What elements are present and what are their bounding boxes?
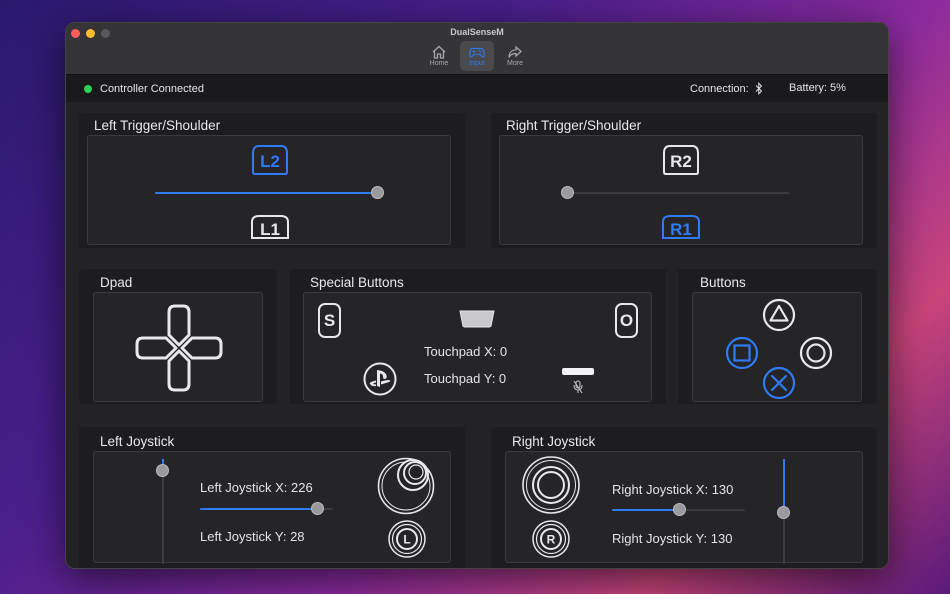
square-button[interactable]: [725, 336, 759, 370]
right-joystick-x-fill: [612, 509, 680, 511]
r1-label: R1: [670, 220, 692, 239]
l2-slider-thumb[interactable]: [370, 186, 384, 199]
triangle-icon: [769, 304, 789, 322]
tab-input[interactable]: Input: [460, 41, 494, 71]
l2-button[interactable]: L2: [251, 144, 289, 176]
dpad-up[interactable]: [167, 304, 191, 347]
l2-label: L2: [260, 152, 280, 171]
status-bar: Controller Connected Connection: Battery…: [66, 75, 888, 102]
left-joystick-y-slider[interactable]: [156, 459, 169, 564]
dpad-left[interactable]: [135, 336, 178, 360]
left-trigger-panel: Left Trigger/Shoulder L2 L1: [79, 113, 465, 248]
share-button[interactable]: S: [318, 303, 341, 338]
touchpad-icon[interactable]: [459, 310, 495, 328]
right-joystick-x-slider[interactable]: [612, 503, 745, 516]
touchpad-x-label: Touchpad X: 0: [424, 344, 508, 359]
right-joystick-box: R Right Joystick X: 130 Right Joystick Y…: [505, 451, 863, 564]
right-joystick-x-label: Right Joystick X: 130: [612, 482, 734, 497]
cross-button[interactable]: [762, 366, 796, 400]
bluetooth-icon: [755, 81, 762, 96]
tab-input-label: Input: [469, 60, 485, 67]
app-window: DualSenseM Home Input More Controller Co…: [65, 22, 889, 569]
right-joystick-panel: Right Joystick R Right Joystick X: 130 R…: [491, 427, 877, 568]
face-buttons-title: Buttons: [700, 275, 746, 290]
right-joystick-y-fill: [783, 459, 785, 513]
left-stick-position-icon: [377, 457, 435, 515]
circle-icon: [806, 343, 826, 363]
left-joystick-panel: Left Joystick Left Joystick X: 226 Left …: [79, 427, 465, 568]
left-joystick-y-label: Left Joystick Y: 28: [200, 529, 305, 544]
connection-label: Connection:: [690, 82, 749, 95]
left-joystick-box: Left Joystick X: 226 Left Joystick Y: 28: [93, 451, 451, 564]
dpad-panel: Dpad: [79, 269, 277, 404]
tab-home[interactable]: Home: [422, 41, 456, 71]
arrow-share-icon: [508, 45, 522, 58]
options-button[interactable]: O: [615, 303, 638, 338]
r1-button[interactable]: R1: [661, 214, 701, 240]
right-trigger-box: R2 R1: [499, 135, 863, 245]
l3-button[interactable]: L: [387, 519, 427, 559]
circle-button[interactable]: [799, 336, 833, 370]
special-buttons-panel: Special Buttons S O Touchpad X: 0 Touchp…: [290, 269, 666, 404]
dpad-icon[interactable]: [134, 303, 224, 393]
house-icon: [432, 45, 446, 59]
toolbar: Home Input More: [66, 41, 888, 71]
left-joystick-y-thumb[interactable]: [156, 464, 169, 478]
dpad-title: Dpad: [100, 275, 133, 290]
right-stick-position-icon: [522, 456, 580, 514]
r3-button[interactable]: R: [531, 519, 571, 559]
left-joystick-x-label: Left Joystick X: 226: [200, 480, 313, 495]
window-title: DualSenseM: [450, 27, 504, 37]
left-trigger-title: Left Trigger/Shoulder: [94, 118, 221, 133]
l2-slider[interactable]: [155, 186, 384, 199]
l2-slider-fill: [155, 192, 377, 194]
dpad-right[interactable]: [180, 336, 223, 360]
r2-button[interactable]: R2: [662, 144, 700, 176]
playstation-icon[interactable]: [363, 362, 397, 396]
right-joystick-y-label: Right Joystick Y: 130: [612, 531, 733, 546]
main-content: Left Trigger/Shoulder L2 L1 Right Trigge…: [66, 102, 888, 568]
r3-label: R: [547, 533, 556, 547]
right-joystick-x-thumb[interactable]: [673, 503, 687, 516]
triangle-button[interactable]: [762, 298, 796, 332]
r2-label: R2: [670, 152, 692, 171]
left-joystick-x-thumb[interactable]: [311, 502, 325, 515]
tab-home-label: Home: [429, 60, 449, 67]
right-trigger-title: Right Trigger/Shoulder: [506, 118, 642, 133]
right-joystick-y-thumb[interactable]: [777, 506, 790, 520]
tab-more-label: More: [507, 60, 523, 67]
square-icon: [733, 344, 751, 362]
l1-label: L1: [260, 220, 280, 239]
mic-icon: [573, 380, 583, 394]
left-trigger-box: L2 L1: [87, 135, 451, 245]
r2-slider[interactable]: [560, 186, 789, 199]
connection-info: Connection:: [690, 81, 763, 96]
right-trigger-panel: Right Trigger/Shoulder R2 R1: [491, 113, 877, 248]
right-joystick-title: Right Joystick: [512, 434, 596, 449]
l3-label: L: [403, 533, 410, 547]
special-buttons-title: Special Buttons: [310, 275, 404, 290]
l1-button[interactable]: L1: [250, 214, 290, 240]
connected-indicator: [84, 84, 92, 93]
dpad-down[interactable]: [167, 349, 191, 392]
face-buttons-box: [692, 292, 862, 402]
special-buttons-box: S O Touchpad X: 0 Touchpad Y: 0: [303, 292, 652, 402]
tab-more[interactable]: More: [498, 41, 532, 71]
left-joystick-x-slider[interactable]: [200, 502, 333, 515]
left-joystick-x-fill: [200, 508, 318, 510]
mic-mute-button[interactable]: [561, 367, 595, 395]
connection-status-text: Controller Connected: [100, 82, 204, 95]
gamecontroller-icon: [469, 47, 485, 58]
face-buttons-panel: Buttons: [678, 269, 877, 404]
r2-slider-thumb[interactable]: [560, 186, 574, 199]
cross-icon: [770, 374, 788, 392]
right-joystick-y-slider[interactable]: [777, 459, 790, 564]
battery-status: Battery: 5%: [789, 82, 846, 94]
titlebar: DualSenseM Home Input More: [66, 23, 888, 75]
touchpad-y-label: Touchpad Y: 0: [424, 371, 507, 386]
dpad-box: [93, 292, 263, 402]
left-joystick-title: Left Joystick: [100, 434, 175, 449]
face-buttons: [725, 298, 833, 400]
